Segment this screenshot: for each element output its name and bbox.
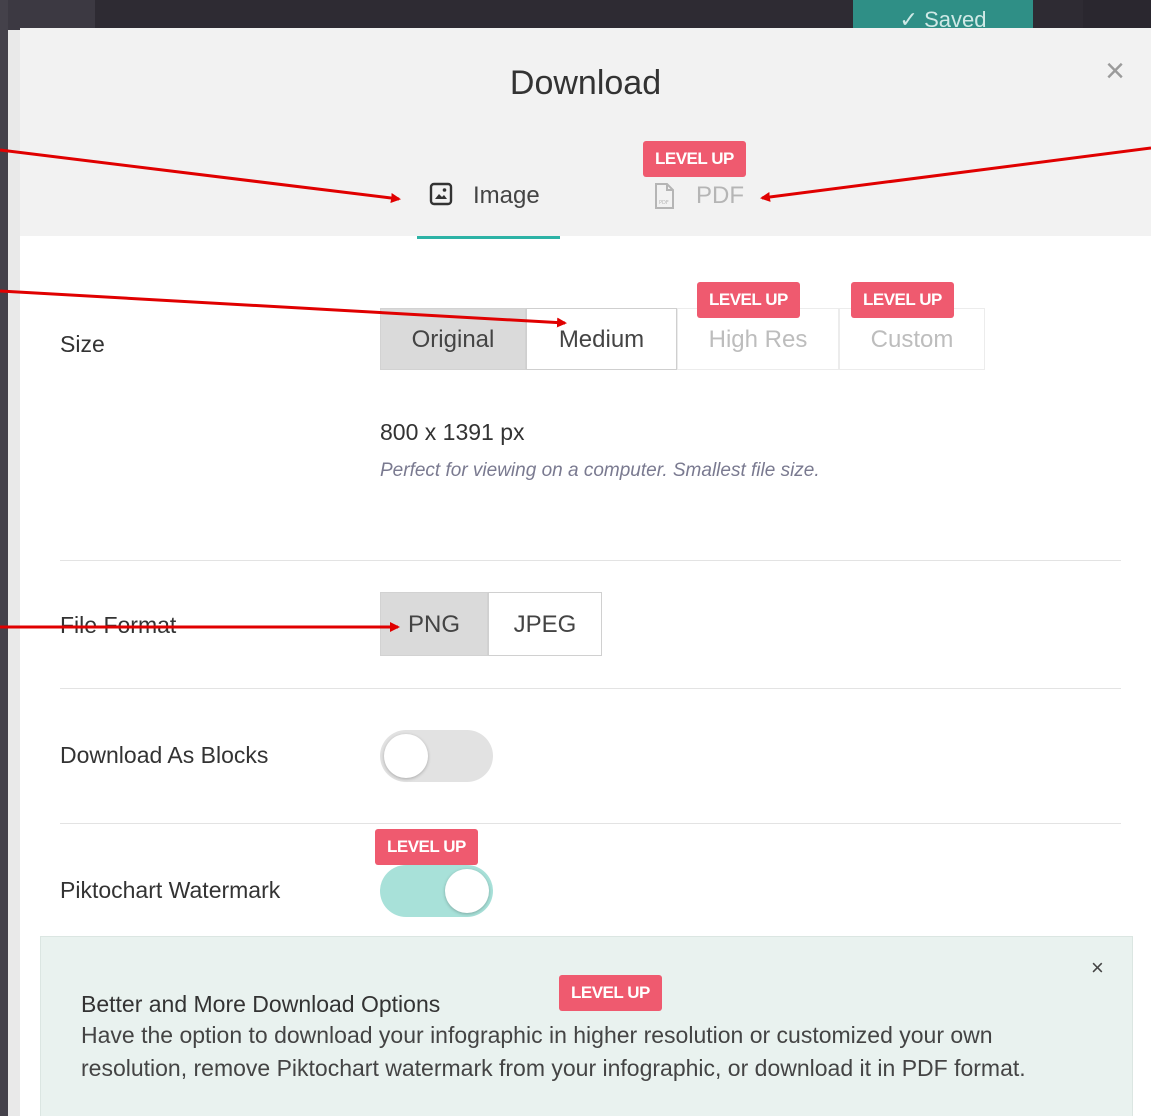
promo-title: Better and More Download Options <box>81 991 441 1017</box>
size-medium-button[interactable]: Medium <box>526 308 677 370</box>
app-toolbar-left <box>0 0 95 30</box>
divider <box>60 560 1121 561</box>
watermark-label: Piktochart Watermark <box>60 877 281 903</box>
promo-level-up-badge: LEVEL UP <box>559 975 662 1011</box>
tab-image-label: Image <box>473 182 540 209</box>
format-png-button[interactable]: PNG <box>380 592 488 656</box>
saved-button[interactable]: ✓ Saved <box>853 0 1033 28</box>
download-as-blocks-toggle[interactable] <box>380 730 493 782</box>
download-as-blocks-label: Download As Blocks <box>60 742 269 768</box>
toggle-knob <box>445 869 489 913</box>
pdf-file-icon: PDF <box>652 182 676 209</box>
tab-pdf[interactable]: PDF PDF <box>640 178 760 236</box>
tab-pdf-label: PDF <box>696 182 744 209</box>
modal-backdrop-edge <box>8 30 20 1116</box>
size-dimensions: 800 x 1391 px <box>380 419 525 445</box>
size-description: Perfect for viewing on a computer. Small… <box>380 460 820 481</box>
promo-text: Have the option to download your infogra… <box>81 1022 1026 1081</box>
tab-image[interactable]: Image <box>417 178 560 239</box>
format-jpeg-button[interactable]: JPEG <box>488 592 602 656</box>
divider <box>60 823 1121 824</box>
svg-text:PDF: PDF <box>659 200 669 206</box>
modal-header: Download × Image LEVEL UP PDF PDF <box>20 28 1151 239</box>
watermark-toggle[interactable] <box>380 865 493 917</box>
download-modal: Download × Image LEVEL UP PDF PDF Size O… <box>20 28 1151 1116</box>
custom-level-up-badge: LEVEL UP <box>851 282 954 318</box>
toggle-knob <box>384 734 428 778</box>
high-res-level-up-badge: LEVEL UP <box>697 282 800 318</box>
close-button[interactable]: × <box>1100 54 1130 88</box>
divider <box>60 688 1121 689</box>
size-original-button[interactable]: Original <box>380 308 526 370</box>
pdf-level-up-badge: LEVEL UP <box>643 141 746 177</box>
promo-close-button[interactable]: × <box>1091 955 1104 981</box>
modal-title: Download <box>509 64 662 102</box>
size-label: Size <box>60 331 105 357</box>
upgrade-promo-banner: × Better and More Download Options LEVEL… <box>40 936 1133 1116</box>
image-icon <box>429 182 453 206</box>
app-left-edge <box>0 0 8 1116</box>
file-format-label: File Format <box>60 612 177 638</box>
app-toolbar-right <box>1083 0 1151 30</box>
watermark-level-up-badge: LEVEL UP <box>375 829 478 865</box>
